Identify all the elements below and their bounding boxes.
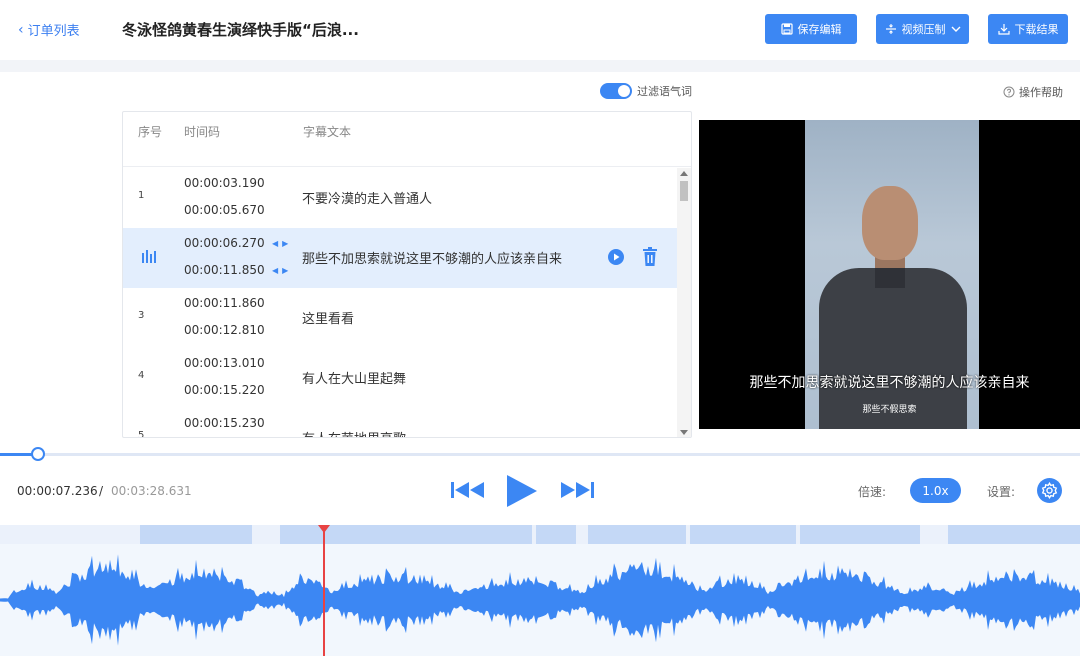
compress-label: 视频压制 [901,23,946,36]
table-row[interactable]: 1 00:00:03.190 00:00:05.670 不要冷漠的走入普通人 [123,168,677,228]
row-end-time[interactable]: 00:00:11.850 [184,263,265,277]
table-header: 序号 时间码 字幕文本 [123,112,691,167]
video-subtitle: 那些不加思索就说这里不够潮的人应该亲自来 [749,375,1030,391]
speed-button[interactable]: 1.0x [910,478,961,503]
table-row[interactable]: 5 00:00:15.230 有人在苹地里高歌 [123,408,677,438]
download-label: 下载结果 [1014,23,1059,36]
column-text: 字幕文本 [303,125,352,139]
row-start-time[interactable]: 00:00:11.860 [184,296,265,310]
start-time-nudge-arrows[interactable]: ◀▶ [272,239,292,248]
row-text[interactable]: 不要冷漠的走入普通人 [302,188,432,207]
gear-icon [1041,482,1058,499]
video-compress-button[interactable]: 视频压制 [876,14,969,44]
compress-icon [885,24,896,34]
help-circle-icon [1003,86,1015,98]
table-row-active[interactable]: 00:00:06.270 ◀▶ 00:00:11.850 ◀▶ 那些不加思索就说… [123,228,677,288]
row-start-time[interactable]: 00:00:15.230 [184,416,265,430]
table-row[interactable]: 3 00:00:11.860 00:00:12.810 这里看看 [123,288,677,348]
subtitle-segment[interactable] [800,525,920,544]
subtitle-rows: 1 00:00:03.190 00:00:05.670 不要冷漠的走入普通人 0… [123,168,677,438]
row-text[interactable]: 那些不加思索就说这里不够潮的人应该亲自来 [302,248,562,267]
trash-icon[interactable] [641,247,659,267]
row-end-time[interactable]: 00:00:05.670 [184,203,265,217]
help-link[interactable]: 操作帮助 [1003,84,1063,100]
progress-handle[interactable] [30,447,45,461]
back-label: 订单列表 [27,24,80,39]
play-icon[interactable] [505,474,539,508]
row-end-time[interactable]: 00:00:12.810 [184,323,265,337]
chevron-left-icon: ‹ [18,21,24,38]
subtitle-segments-track [0,525,1080,544]
page-title: 冬泳怪鸽黄春生演绎快手版“后浪... [122,21,359,39]
subtitle-table: 序号 时间码 字幕文本 1 00:00:03.190 00:00:05.670 … [122,111,692,438]
settings-label: 设置: [987,485,1016,499]
subtitle-segment[interactable] [690,525,796,544]
waveform-timeline[interactable] [0,525,1080,656]
skip-back-icon[interactable] [451,480,485,500]
toggle-knob [618,85,630,97]
chevron-down-icon [951,26,960,32]
save-label: 保存编辑 [797,23,842,36]
row-index: 4 [138,370,145,381]
row-index: 5 [138,430,145,438]
download-result-button[interactable]: 下载结果 [988,14,1068,44]
video-preview[interactable]: 那些不加思索就说这里不够潮的人应该亲自来 那些不假思索 [699,120,1080,429]
subtitle-segment[interactable] [948,525,1080,544]
download-icon [997,24,1010,35]
save-icon [780,23,793,35]
audio-waveform [0,554,1080,646]
row-start-time[interactable]: 00:00:03.190 [184,176,265,190]
playhead-line[interactable] [323,525,325,656]
row-text[interactable]: 有人在大山里起舞 [302,368,406,387]
scroll-thumb[interactable] [680,181,688,201]
save-edit-button[interactable]: 保存编辑 [765,14,857,44]
row-start-time[interactable]: 00:00:06.270 [184,236,265,250]
end-time-nudge-arrows[interactable]: ◀▶ [272,266,292,275]
back-to-orders-link[interactable]: ‹ 订单列表 [18,20,80,40]
subtitle-segment[interactable] [140,525,252,544]
help-label: 操作帮助 [1019,86,1063,99]
playhead-marker[interactable] [318,525,330,533]
playback-progress[interactable] [0,447,1080,461]
speaker-head [862,186,918,260]
header-divider [0,60,1080,72]
row-index: 3 [138,310,145,321]
subtitle-segment[interactable] [588,525,686,544]
settings-button[interactable] [1037,478,1062,503]
filter-toggle[interactable] [600,83,632,99]
current-time: 00:00:07.236 [17,484,98,498]
scroll-down-arrow[interactable] [680,430,688,435]
video-burned-subtitle: 那些不假思索 [862,405,917,415]
row-index: 1 [138,190,145,201]
row-text[interactable]: 有人在苹地里高歌 [302,428,406,437]
top-header: ‹ 订单列表 冬泳怪鸽黄春生演绎快手版“后浪... 保存编辑 视频压制 下载结果 [0,0,1080,60]
total-time: 00:03:28.631 [111,484,192,498]
row-start-time[interactable]: 00:00:13.010 [184,356,265,370]
column-index: 序号 [138,125,163,139]
speed-label: 倍速: [858,485,887,499]
skip-forward-icon[interactable] [560,480,594,500]
speaker-collar [875,268,905,288]
subtitle-segment[interactable] [536,525,576,544]
waveform-icon [142,250,156,263]
play-circle-icon[interactable] [607,248,625,266]
row-text[interactable]: 这里看看 [302,308,354,327]
time-separator: / [99,484,104,498]
table-row[interactable]: 4 00:00:13.010 00:00:15.220 有人在大山里起舞 [123,348,677,408]
scroll-up-arrow[interactable] [680,171,688,176]
column-timecode: 时间码 [184,125,221,139]
table-scrollbar[interactable] [677,168,691,437]
filter-filler-words: 过滤语气词 [600,83,692,99]
waveform-shape [0,554,1080,646]
filter-label: 过滤语气词 [637,85,692,98]
row-end-time[interactable]: 00:00:15.220 [184,383,265,397]
